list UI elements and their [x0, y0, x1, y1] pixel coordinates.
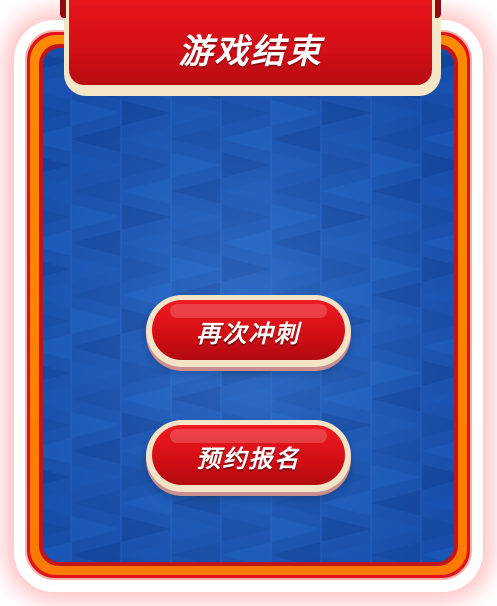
game-over-dialog: 游戏结束 再次冲刺 预约报名 [0, 0, 497, 606]
signup-button-label: 预约报名 [196, 445, 301, 473]
signup-button[interactable]: 预约报名 [146, 420, 351, 492]
title-banner-body: 游戏结束 [66, 0, 435, 88]
retry-button-label: 再次冲刺 [196, 320, 301, 348]
dialog-title: 游戏结束 [178, 32, 323, 72]
retry-button-face[interactable]: 再次冲刺 [152, 300, 345, 360]
retry-button[interactable]: 再次冲刺 [146, 295, 351, 367]
title-banner: 游戏结束 [60, 0, 441, 96]
signup-button-face[interactable]: 预约报名 [152, 425, 345, 485]
